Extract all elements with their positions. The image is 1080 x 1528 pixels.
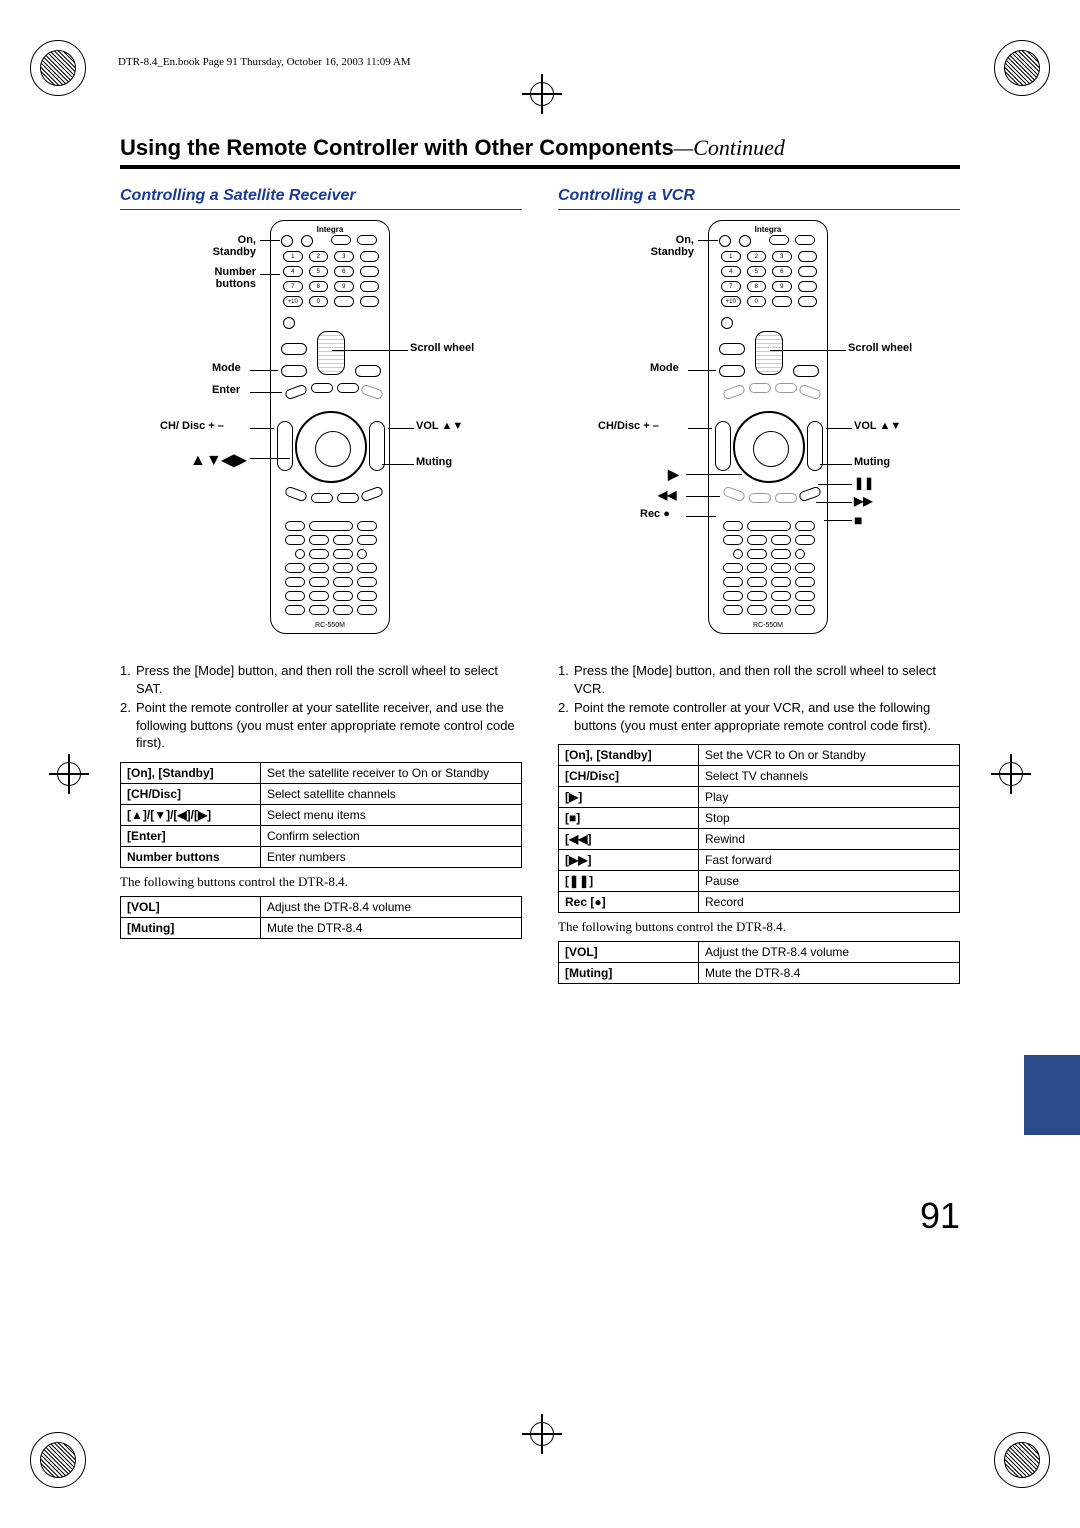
- left-dtr-table: [VOL]Adjust the DTR-8.4 volume [Muting]M…: [120, 896, 522, 939]
- table-row: Rec [●]Record: [559, 892, 960, 913]
- table-row: [CH/Disc]Select TV channels: [559, 766, 960, 787]
- label-scroll-wheel: Scroll wheel: [410, 342, 474, 354]
- right-remote-diagram: Integra 123 456 789 +100: [558, 220, 960, 650]
- label-ch-disc: CH/ Disc + –: [160, 420, 224, 432]
- right-follow-text: The following buttons control the DTR-8.…: [558, 919, 960, 935]
- left-follow-text: The following buttons control the DTR-8.…: [120, 874, 522, 890]
- label-ch-disc: CH/Disc + –: [598, 420, 659, 432]
- right-functions-table: [On], [Standby]Set the VCR to On or Stan…: [558, 744, 960, 913]
- label-mode: Mode: [650, 362, 679, 374]
- table-row: [On], [Standby]Set the satellite receive…: [121, 762, 522, 783]
- remote-outline: Integra 123 456 789 +100: [708, 220, 828, 634]
- table-row: [◀◀]Rewind: [559, 829, 960, 850]
- scroll-wheel-icon: [317, 331, 345, 375]
- right-steps: 1.Press the [Mode] button, and then roll…: [558, 662, 960, 734]
- ch-disc-pill-icon: [277, 421, 293, 471]
- left-step-1: Press the [Mode] button, and then roll t…: [136, 662, 522, 697]
- page-title-main: Using the Remote Controller with Other C…: [120, 135, 674, 160]
- crop-mark-br: [994, 1432, 1050, 1488]
- page-content: Using the Remote Controller with Other C…: [120, 135, 960, 990]
- transport-buttons: [281, 521, 381, 619]
- remote-outline: Integra 123 456 789 +100: [270, 220, 390, 634]
- right-column: Controlling a VCR Integra 123 456 789 +1…: [558, 187, 960, 990]
- label-vol: VOL ▲▼: [854, 420, 901, 432]
- left-subhead-rule: [120, 209, 522, 210]
- table-row: [Enter]Confirm selection: [121, 825, 522, 846]
- registration-mark-bottom: [528, 1420, 556, 1448]
- table-row: [CH/Disc]Select satellite channels: [121, 783, 522, 804]
- remote-brand: Integra: [709, 225, 827, 234]
- remote-brand: Integra: [271, 225, 389, 234]
- section-tab: [1024, 1055, 1080, 1135]
- table-row: [On], [Standby]Set the VCR to On or Stan…: [559, 745, 960, 766]
- table-row: [▶▶]Fast forward: [559, 850, 960, 871]
- registration-mark-left: [55, 760, 83, 788]
- mode-button-icon: [281, 365, 307, 377]
- label-rec: Rec ●: [640, 508, 670, 520]
- tv-button-icon: [331, 235, 351, 245]
- left-remote-diagram: Integra 123 456 789 +100: [120, 220, 522, 650]
- label-arrows: ▲▼◀▶: [190, 450, 246, 470]
- table-row: [Muting]Mute the DTR-8.4: [121, 917, 522, 938]
- running-header: DTR-8.4_En.book Page 91 Thursday, Octobe…: [118, 56, 411, 68]
- left-subhead: Controlling a Satellite Receiver: [120, 187, 522, 205]
- crop-mark-tl: [30, 40, 86, 96]
- table-row: [■]Stop: [559, 808, 960, 829]
- standby-button-icon: [301, 235, 313, 247]
- table-row: [Muting]Mute the DTR-8.4: [559, 963, 960, 984]
- input-sel-button-icon: [355, 365, 381, 377]
- label-vol: VOL ▲▼: [416, 420, 463, 432]
- label-ff: ▶▶: [854, 494, 872, 508]
- page-title: Using the Remote Controller with Other C…: [120, 135, 960, 161]
- number-pad: 123 456 789 +100: [283, 251, 379, 311]
- registration-mark-right: [997, 760, 1025, 788]
- crop-mark-tr: [994, 40, 1050, 96]
- title-rule: [120, 165, 960, 169]
- page-number: 91: [920, 1195, 960, 1237]
- page-title-continued: —Continued: [674, 135, 785, 160]
- on-button-icon: [281, 235, 293, 247]
- table-row: [▶]Play: [559, 787, 960, 808]
- crop-mark-bl: [30, 1432, 86, 1488]
- table-row: [❚❚]Pause: [559, 871, 960, 892]
- left-steps: 1.Press the [Mode] button, and then roll…: [120, 662, 522, 752]
- right-step-2: Point the remote controller at your VCR,…: [574, 699, 960, 734]
- nav-ring-icon: [295, 411, 367, 483]
- label-enter: Enter: [212, 384, 240, 396]
- left-step-2: Point the remote controller at your sate…: [136, 699, 522, 752]
- label-pause: ❚❚: [854, 476, 874, 490]
- label-play: ▶: [668, 466, 679, 483]
- label-scroll-wheel: Scroll wheel: [848, 342, 912, 354]
- label-muting: Muting: [416, 456, 452, 468]
- right-subhead: Controlling a VCR: [558, 187, 960, 205]
- right-subhead-rule: [558, 209, 960, 210]
- label-stop: ■: [854, 512, 862, 528]
- label-number-buttons: Number buttons: [176, 266, 256, 290]
- table-row: [VOL]Adjust the DTR-8.4 volume: [559, 942, 960, 963]
- input-button-icon: [357, 235, 377, 245]
- label-mode: Mode: [212, 362, 241, 374]
- label-on-standby: On, Standby: [614, 234, 694, 258]
- left-functions-table: [On], [Standby]Set the satellite receive…: [120, 762, 522, 868]
- right-dtr-table: [VOL]Adjust the DTR-8.4 volume [Muting]M…: [558, 941, 960, 984]
- label-rewind: ◀◀: [658, 488, 676, 502]
- label-on-standby: On, Standby: [176, 234, 256, 258]
- registration-mark-top: [528, 80, 556, 108]
- macro-button-icon: [281, 343, 307, 355]
- label-muting: Muting: [854, 456, 890, 468]
- left-column: Controlling a Satellite Receiver Integra…: [120, 187, 522, 990]
- table-row: [▲]/[▼]/[◀]/[▶]Select menu items: [121, 804, 522, 825]
- custom-button-icon: [283, 317, 295, 329]
- table-row: Number buttonsEnter numbers: [121, 846, 522, 867]
- table-row: [VOL]Adjust the DTR-8.4 volume: [121, 896, 522, 917]
- remote-model: RC-550M: [271, 622, 389, 629]
- right-step-1: Press the [Mode] button, and then roll t…: [574, 662, 960, 697]
